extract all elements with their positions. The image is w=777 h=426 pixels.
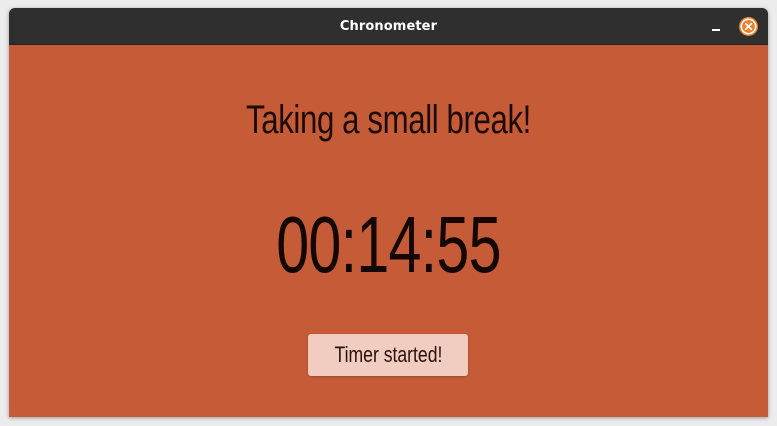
- close-button[interactable]: [739, 17, 758, 36]
- main-content: Taking a small break! 00:14:55 Timer sta…: [9, 45, 768, 417]
- timer-display: 00:14:55: [276, 200, 501, 289]
- timer-status-button[interactable]: Timer started!: [308, 334, 468, 376]
- window-title: Chronometer: [339, 19, 438, 34]
- minimize-icon: [711, 29, 720, 31]
- timer-status-label: Timer started!: [334, 342, 442, 367]
- break-headline: Taking a small break!: [246, 98, 531, 142]
- minimize-button[interactable]: [706, 17, 725, 36]
- title-bar[interactable]: Chronometer: [9, 8, 768, 45]
- app-window: Chronometer Taking a small break! 00:14:…: [9, 8, 768, 417]
- close-icon: [740, 18, 757, 35]
